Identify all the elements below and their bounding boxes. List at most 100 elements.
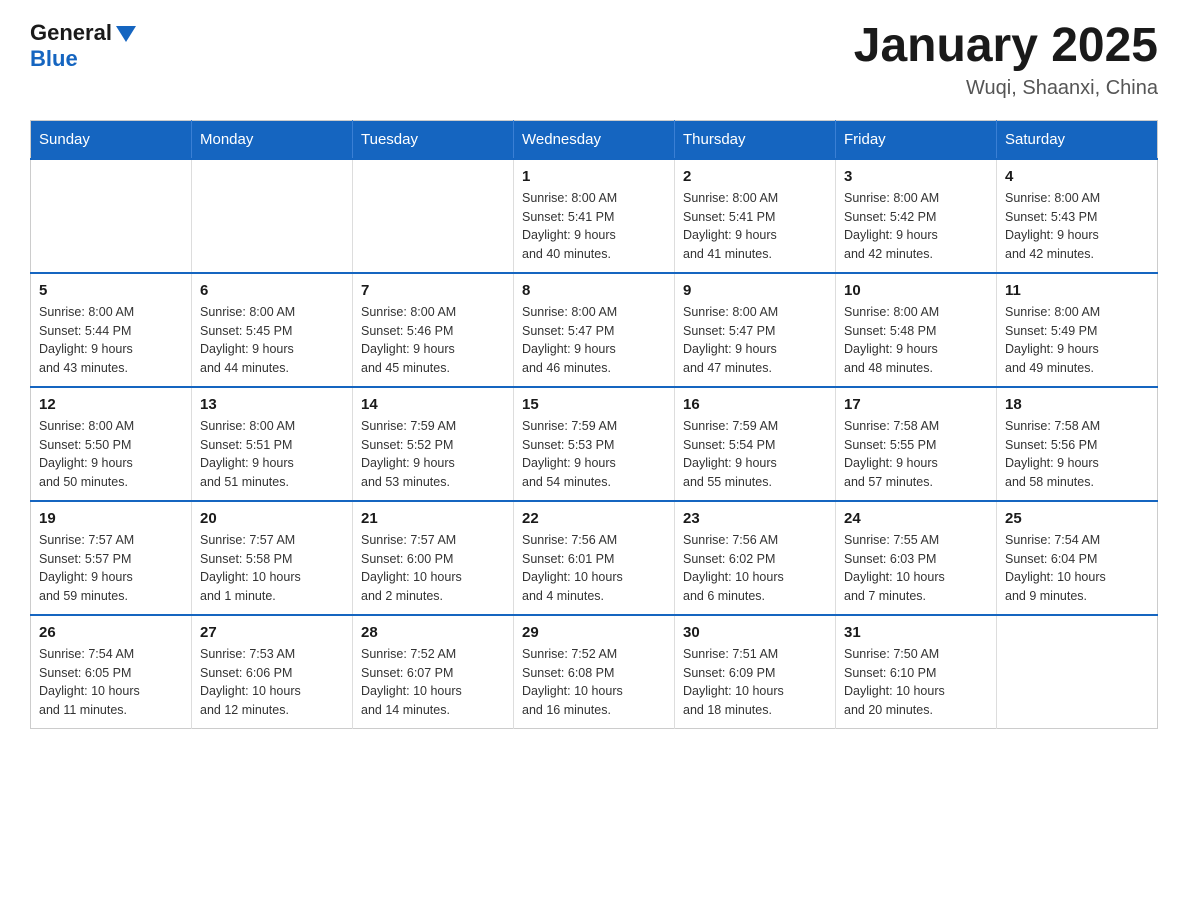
logo-triangle-icon	[116, 26, 136, 42]
calendar-week-row: 26 Sunrise: 7:54 AMSunset: 6:05 PMDayligh…	[31, 615, 1158, 729]
calendar-day-cell: 3 Sunrise: 8:00 AMSunset: 5:42 PMDaylight…	[836, 159, 997, 273]
day-number: 25	[1005, 510, 1149, 527]
page-header: General Blue January 2025 Wuqi, Shaanxi,…	[30, 20, 1158, 100]
day-number: 12	[39, 396, 183, 413]
calendar-body: 1 Sunrise: 8:00 AMSunset: 5:41 PMDaylight…	[31, 159, 1158, 729]
day-info: Sunrise: 7:54 AMSunset: 6:04 PMDaylight:…	[1005, 531, 1149, 606]
day-number: 10	[844, 282, 988, 299]
day-info: Sunrise: 7:58 AMSunset: 5:55 PMDaylight:…	[844, 417, 988, 492]
calendar-day-cell: 19 Sunrise: 7:57 AMSunset: 5:57 PMDayligh…	[31, 501, 192, 615]
calendar-header-cell: Friday	[836, 120, 997, 159]
day-number: 13	[200, 396, 344, 413]
day-info: Sunrise: 7:56 AMSunset: 6:01 PMDaylight:…	[522, 531, 666, 606]
day-number: 15	[522, 396, 666, 413]
day-info: Sunrise: 7:57 AMSunset: 6:00 PMDaylight:…	[361, 531, 505, 606]
day-info: Sunrise: 8:00 AMSunset: 5:42 PMDaylight:…	[844, 189, 988, 264]
day-number: 28	[361, 624, 505, 641]
calendar-day-cell: 28 Sunrise: 7:52 AMSunset: 6:07 PMDayligh…	[353, 615, 514, 729]
day-number: 22	[522, 510, 666, 527]
day-number: 1	[522, 168, 666, 185]
day-info: Sunrise: 8:00 AMSunset: 5:41 PMDaylight:…	[683, 189, 827, 264]
day-info: Sunrise: 8:00 AMSunset: 5:41 PMDaylight:…	[522, 189, 666, 264]
calendar-week-row: 1 Sunrise: 8:00 AMSunset: 5:41 PMDaylight…	[31, 159, 1158, 273]
calendar-day-cell: 23Sunrise: 7:56 AMSunset: 6:02 PMDayligh…	[675, 501, 836, 615]
day-info: Sunrise: 7:50 AMSunset: 6:10 PMDaylight:…	[844, 645, 988, 720]
calendar-day-cell: 15 Sunrise: 7:59 AMSunset: 5:53 PMDayligh…	[514, 387, 675, 501]
calendar-week-row: 19 Sunrise: 7:57 AMSunset: 5:57 PMDayligh…	[31, 501, 1158, 615]
calendar-day-cell: 16 Sunrise: 7:59 AMSunset: 5:54 PMDayligh…	[675, 387, 836, 501]
day-number: 11	[1005, 282, 1149, 299]
day-info: Sunrise: 7:56 AMSunset: 6:02 PMDaylight:…	[683, 531, 827, 606]
day-number: 29	[522, 624, 666, 641]
calendar-day-cell: 29 Sunrise: 7:52 AMSunset: 6:08 PMDayligh…	[514, 615, 675, 729]
day-number: 7	[361, 282, 505, 299]
calendar-header-cell: Saturday	[997, 120, 1158, 159]
day-info: Sunrise: 8:00 AMSunset: 5:48 PMDaylight:…	[844, 303, 988, 378]
day-number: 27	[200, 624, 344, 641]
day-number: 18	[1005, 396, 1149, 413]
day-info: Sunrise: 8:00 AMSunset: 5:44 PMDaylight:…	[39, 303, 183, 378]
calendar-day-cell: 21 Sunrise: 7:57 AMSunset: 6:00 PMDayligh…	[353, 501, 514, 615]
calendar-header-cell: Monday	[192, 120, 353, 159]
day-info: Sunrise: 8:00 AMSunset: 5:51 PMDaylight:…	[200, 417, 344, 492]
day-info: Sunrise: 7:52 AMSunset: 6:08 PMDaylight:…	[522, 645, 666, 720]
calendar-day-cell: 20Sunrise: 7:57 AMSunset: 5:58 PMDayligh…	[192, 501, 353, 615]
day-number: 30	[683, 624, 827, 641]
calendar-header-cell: Sunday	[31, 120, 192, 159]
day-info: Sunrise: 7:59 AMSunset: 5:52 PMDaylight:…	[361, 417, 505, 492]
calendar-header-cell: Tuesday	[353, 120, 514, 159]
calendar-day-cell: 9Sunrise: 8:00 AMSunset: 5:47 PMDaylight…	[675, 273, 836, 387]
day-info: Sunrise: 7:59 AMSunset: 5:53 PMDaylight:…	[522, 417, 666, 492]
calendar-day-cell: 27 Sunrise: 7:53 AMSunset: 6:06 PMDayligh…	[192, 615, 353, 729]
calendar-day-cell: 17Sunrise: 7:58 AMSunset: 5:55 PMDayligh…	[836, 387, 997, 501]
day-number: 16	[683, 396, 827, 413]
calendar-header: SundayMondayTuesdayWednesdayThursdayFrid…	[31, 120, 1158, 159]
day-info: Sunrise: 8:00 AMSunset: 5:43 PMDaylight:…	[1005, 189, 1149, 264]
day-number: 14	[361, 396, 505, 413]
day-number: 19	[39, 510, 183, 527]
calendar-day-cell	[997, 615, 1158, 729]
calendar-day-cell: 31Sunrise: 7:50 AMSunset: 6:10 PMDayligh…	[836, 615, 997, 729]
calendar-day-cell: 1 Sunrise: 8:00 AMSunset: 5:41 PMDaylight…	[514, 159, 675, 273]
calendar-day-cell: 24 Sunrise: 7:55 AMSunset: 6:03 PMDayligh…	[836, 501, 997, 615]
calendar-day-cell: 7 Sunrise: 8:00 AMSunset: 5:46 PMDaylight…	[353, 273, 514, 387]
month-title: January 2025	[854, 20, 1158, 73]
day-number: 8	[522, 282, 666, 299]
calendar-day-cell: 26 Sunrise: 7:54 AMSunset: 6:05 PMDayligh…	[31, 615, 192, 729]
calendar-day-cell: 12 Sunrise: 8:00 AMSunset: 5:50 PMDayligh…	[31, 387, 192, 501]
calendar-day-cell	[31, 159, 192, 273]
day-number: 24	[844, 510, 988, 527]
logo-general: General	[30, 20, 112, 46]
day-info: Sunrise: 7:53 AMSunset: 6:06 PMDaylight:…	[200, 645, 344, 720]
day-info: Sunrise: 8:00 AMSunset: 5:47 PMDaylight:…	[522, 303, 666, 378]
day-number: 26	[39, 624, 183, 641]
calendar-day-cell: 22 Sunrise: 7:56 AMSunset: 6:01 PMDayligh…	[514, 501, 675, 615]
calendar-day-cell: 10 Sunrise: 8:00 AMSunset: 5:48 PMDayligh…	[836, 273, 997, 387]
day-number: 3	[844, 168, 988, 185]
calendar-day-cell	[192, 159, 353, 273]
calendar-day-cell: 25 Sunrise: 7:54 AMSunset: 6:04 PMDayligh…	[997, 501, 1158, 615]
day-info: Sunrise: 8:00 AMSunset: 5:50 PMDaylight:…	[39, 417, 183, 492]
calendar-header-cell: Thursday	[675, 120, 836, 159]
day-info: Sunrise: 7:54 AMSunset: 6:05 PMDaylight:…	[39, 645, 183, 720]
calendar-day-cell: 8 Sunrise: 8:00 AMSunset: 5:47 PMDaylight…	[514, 273, 675, 387]
day-info: Sunrise: 8:00 AMSunset: 5:46 PMDaylight:…	[361, 303, 505, 378]
day-info: Sunrise: 7:51 AMSunset: 6:09 PMDaylight:…	[683, 645, 827, 720]
day-number: 20	[200, 510, 344, 527]
calendar-day-cell: 18 Sunrise: 7:58 AMSunset: 5:56 PMDayligh…	[997, 387, 1158, 501]
day-info: Sunrise: 7:57 AMSunset: 5:57 PMDaylight:…	[39, 531, 183, 606]
day-info: Sunrise: 8:00 AMSunset: 5:47 PMDaylight:…	[683, 303, 827, 378]
calendar-table: SundayMondayTuesdayWednesdayThursdayFrid…	[30, 120, 1158, 729]
day-info: Sunrise: 7:59 AMSunset: 5:54 PMDaylight:…	[683, 417, 827, 492]
title-section: January 2025 Wuqi, Shaanxi, China	[854, 20, 1158, 100]
calendar-day-cell: 6Sunrise: 8:00 AMSunset: 5:45 PMDaylight…	[192, 273, 353, 387]
day-info: Sunrise: 7:58 AMSunset: 5:56 PMDaylight:…	[1005, 417, 1149, 492]
calendar-day-cell: 13 Sunrise: 8:00 AMSunset: 5:51 PMDayligh…	[192, 387, 353, 501]
day-number: 21	[361, 510, 505, 527]
logo: General Blue	[30, 20, 136, 73]
day-info: Sunrise: 7:52 AMSunset: 6:07 PMDaylight:…	[361, 645, 505, 720]
logo-blue: Blue	[30, 46, 78, 71]
location-subtitle: Wuqi, Shaanxi, China	[854, 77, 1158, 100]
calendar-week-row: 12 Sunrise: 8:00 AMSunset: 5:50 PMDayligh…	[31, 387, 1158, 501]
day-info: Sunrise: 7:55 AMSunset: 6:03 PMDaylight:…	[844, 531, 988, 606]
